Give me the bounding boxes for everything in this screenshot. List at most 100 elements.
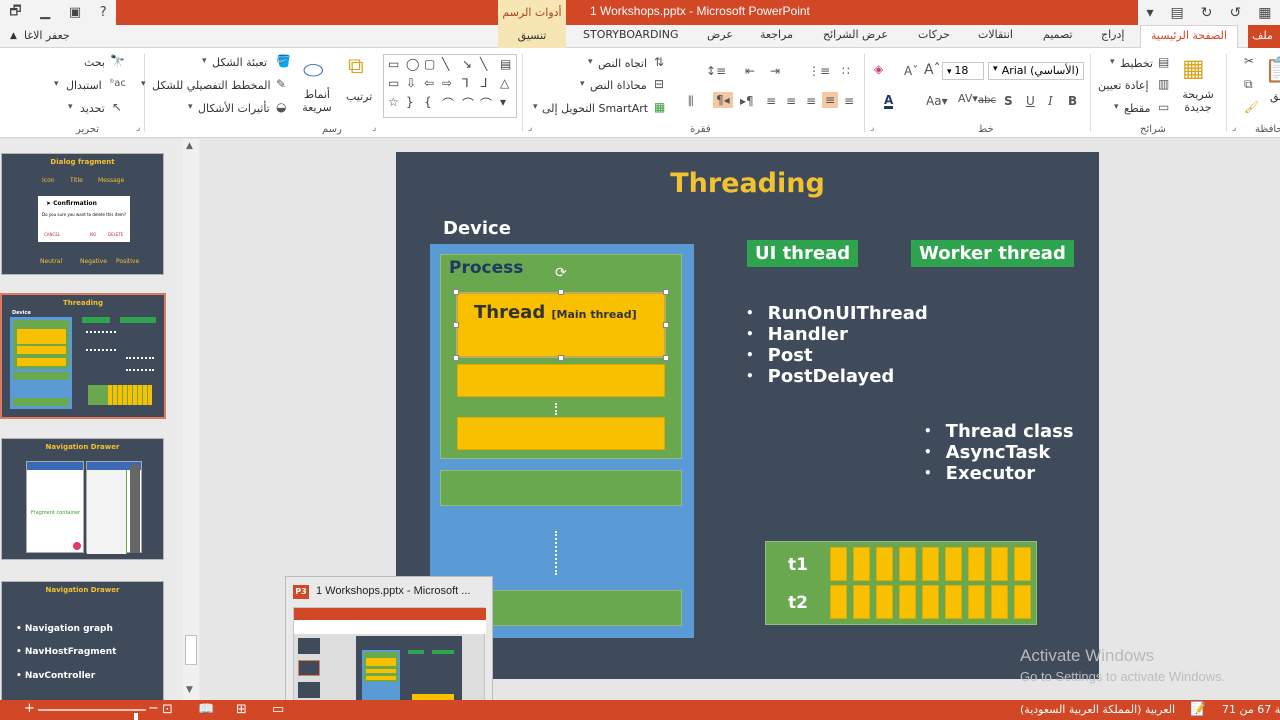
replace-dropdown-icon[interactable]: ▾	[54, 79, 59, 89]
layout-dropdown-icon[interactable]: ▾	[1110, 57, 1115, 67]
align-left-icon[interactable]: ≡	[822, 92, 839, 108]
shape-effects-button[interactable]: تأثيرات الأشكال	[198, 102, 270, 115]
font-name-select[interactable]: ▾ Arial (الأساسي)	[988, 62, 1084, 80]
decrease-indent-icon[interactable]: ⇤	[745, 64, 755, 78]
arrange-button[interactable]: ترتيب	[346, 90, 372, 103]
tab-slideshow[interactable]: عرض الشرائح	[823, 28, 888, 41]
scroll-up-icon[interactable]: ▲	[186, 141, 193, 151]
underline-button[interactable]: U	[1026, 94, 1035, 108]
bold-button[interactable]: B	[1068, 94, 1077, 108]
tab-design[interactable]: تصميم	[1043, 28, 1073, 41]
elbow-connector-icon[interactable]: ⅂	[462, 76, 469, 90]
align-text-button[interactable]: محاذاة النص	[590, 79, 647, 92]
columns-icon[interactable]: ⫼	[688, 94, 694, 109]
tab-insert[interactable]: إدراج	[1101, 28, 1124, 41]
line-spacing-icon[interactable]: ↕≡	[706, 64, 726, 78]
tab-format[interactable]: تنسيق	[498, 25, 566, 48]
resize-handle[interactable]	[663, 289, 669, 295]
cut-icon[interactable]: ✂	[1244, 54, 1254, 68]
shadow-button[interactable]: S	[1004, 94, 1013, 108]
new-slide-button[interactable]: شريحة جديدة	[1176, 88, 1220, 114]
find-button[interactable]: بحث	[84, 56, 105, 69]
grow-font-icon[interactable]: Aˆ	[924, 62, 941, 78]
slide-title[interactable]: Threading	[396, 168, 1099, 199]
arrow-line-icon[interactable]: ↘	[462, 57, 472, 71]
replace-button[interactable]: استبدال	[66, 79, 102, 92]
tab-storyboarding[interactable]: STORYBOARDING	[583, 28, 678, 41]
section-button[interactable]: مقطع	[1124, 102, 1150, 115]
redo-icon[interactable]: ↻	[1201, 5, 1213, 21]
process-label[interactable]: Process	[449, 258, 523, 278]
fit-slide-icon[interactable]: ⊡	[162, 702, 173, 717]
left-arrow-shape-icon[interactable]: ⇦	[424, 76, 434, 90]
ui-thread-tag[interactable]: UI thread	[747, 240, 859, 267]
resize-handle[interactable]	[453, 322, 459, 328]
distributed-icon[interactable]: ≡	[844, 94, 854, 108]
zoom-out-icon[interactable]: −	[148, 701, 159, 716]
ribbon-options-icon[interactable]: ▣	[69, 5, 81, 20]
slide-thumbnail[interactable]: Dialog fragment Icon Title Message ➤ Con…	[1, 153, 164, 275]
align-text-dropdown-icon[interactable]: ▾	[580, 79, 585, 89]
shape-effects-dropdown-icon[interactable]: ▾	[188, 102, 193, 112]
elbow-connector-icon[interactable]: ᒧ	[480, 76, 487, 90]
right-arrow-shape-icon[interactable]: ⇨	[442, 76, 452, 90]
process-bar[interactable]	[440, 470, 682, 506]
line-shape-icon[interactable]: ╲	[442, 57, 449, 71]
smartart-dropdown-icon[interactable]: ▾	[533, 102, 538, 112]
smartart-button[interactable]: التحويل إلى SmartArt	[542, 102, 648, 115]
font-size-select[interactable]: ▾ 18	[942, 62, 984, 80]
resize-handle[interactable]	[453, 355, 459, 361]
star-shape-icon[interactable]: ☆	[388, 95, 399, 109]
normal-view-icon[interactable]: ▭	[272, 702, 284, 717]
tab-review[interactable]: مراجعة	[760, 28, 793, 41]
tab-view[interactable]: عرض	[707, 28, 733, 41]
down-arrow-shape-icon[interactable]: ⇩	[406, 76, 416, 90]
minimize-icon[interactable]: ▁	[40, 5, 50, 20]
present-icon[interactable]: ▤	[1171, 5, 1184, 21]
ui-thread-bullets[interactable]: RunOnUIThread Handler Post PostDelayed	[746, 303, 928, 387]
shape-outline-dropdown-icon[interactable]: ▾	[141, 79, 146, 89]
change-case-button[interactable]: Aa▾	[926, 94, 948, 108]
thread-box[interactable]	[457, 364, 665, 397]
scroll-thumb[interactable]	[185, 635, 197, 665]
rotate-handle-icon[interactable]: ⟳	[555, 265, 567, 281]
resize-handle[interactable]	[663, 322, 669, 328]
user-name[interactable]: جعفر الاغا	[24, 29, 70, 42]
device-label[interactable]: Device	[443, 218, 511, 239]
arc-shape-icon[interactable]: ⌒	[442, 95, 454, 112]
shape-outline-button[interactable]: المخطط التفصيلي للشكل	[152, 79, 271, 92]
slide-thumbnail[interactable]: Navigation Drawer Fragment container	[1, 438, 164, 560]
italic-button[interactable]: I	[1048, 94, 1053, 108]
rounded-rect-icon[interactable]: ▢	[424, 57, 435, 71]
align-right-icon[interactable]: ≡	[786, 94, 796, 108]
reading-view-icon[interactable]: 📖	[198, 702, 214, 717]
tab-transitions[interactable]: انتقالات	[978, 28, 1013, 41]
undo-icon[interactable]: ↺	[1230, 5, 1242, 21]
customize-qat-icon[interactable]: ▾	[1147, 5, 1154, 21]
resize-handle[interactable]	[558, 355, 564, 361]
dialog-launcher-icon[interactable]: ⌟	[136, 123, 140, 133]
worker-thread-bullets[interactable]: Thread class AsyncTask Executor	[924, 421, 1074, 484]
save-icon[interactable]: ▦	[1258, 5, 1271, 21]
rectangle-shape-icon[interactable]: ▭	[388, 57, 399, 71]
strikethrough-button[interactable]: abc	[978, 95, 996, 106]
justify-icon[interactable]: ≡	[766, 94, 776, 108]
reset-button[interactable]: إعادة تعيين	[1098, 79, 1149, 92]
restore-icon[interactable]: 🗗	[9, 2, 21, 24]
scroll-down-icon[interactable]: ▼	[186, 685, 193, 695]
dialog-launcher-icon[interactable]: ⌟	[372, 123, 376, 133]
oval-shape-icon[interactable]: ◯	[406, 57, 419, 71]
tab-animations[interactable]: حركات	[918, 28, 950, 41]
thumbnails-scrollbar[interactable]: ▲ ▼	[183, 139, 199, 700]
brace-shape-icon[interactable]: {	[424, 95, 432, 109]
more-shapes-icon[interactable]: ▤	[500, 57, 511, 71]
curve-shape-icon[interactable]: ⌒	[462, 95, 474, 112]
format-painter-icon[interactable]: 🖌	[1244, 100, 1259, 114]
zoom-in-icon[interactable]: +	[24, 701, 35, 716]
zoom-slider[interactable]	[38, 709, 146, 720]
slide-thumbnail[interactable]: Navigation Drawer • Navigation graph • N…	[1, 581, 164, 703]
rtl-paragraph-icon[interactable]: ¶◂	[713, 92, 733, 108]
resize-handle[interactable]	[453, 289, 459, 295]
shape-fill-button[interactable]: تعبئة الشكل	[212, 56, 267, 69]
select-dropdown-icon[interactable]: ▾	[68, 102, 73, 112]
